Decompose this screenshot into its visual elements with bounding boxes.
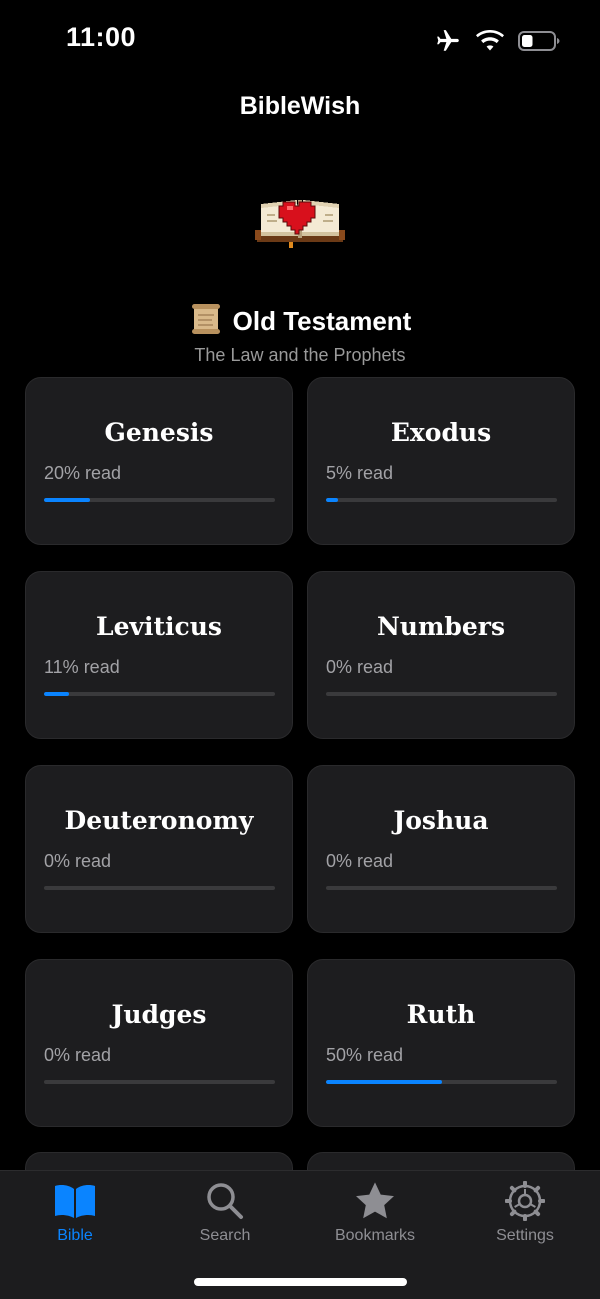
- book-progress-bar: [44, 886, 275, 890]
- tab-settings[interactable]: Settings: [450, 1181, 600, 1245]
- book-icon: [0, 1181, 150, 1221]
- tab-label: Bible: [57, 1227, 93, 1244]
- book-progress-text: 50% read: [326, 1045, 404, 1065]
- book-card-ruth[interactable]: Ruth 50% read: [307, 959, 575, 1127]
- book-progress-bar: [44, 1080, 275, 1084]
- book-progress-bar: [44, 692, 275, 696]
- star-icon: [300, 1181, 450, 1221]
- book-progress-text: 0% read: [44, 1045, 112, 1065]
- bible-heart-logo-icon: [253, 190, 347, 250]
- tab-search[interactable]: Search: [150, 1181, 300, 1245]
- book-name: Genesis: [104, 418, 214, 447]
- book-name: Judges: [111, 1000, 207, 1029]
- book-name: Deuteronomy: [64, 806, 254, 835]
- book-progress-bar: [326, 692, 557, 696]
- status-icons: [434, 26, 560, 56]
- nav-title: BibleWish: [239, 92, 361, 120]
- status-bar: 11:00: [0, 0, 600, 80]
- home-indicator[interactable]: [194, 1278, 407, 1286]
- tab-label: Settings: [496, 1227, 554, 1244]
- book-name: Leviticus: [95, 612, 223, 641]
- section-title-row: Old Testament: [189, 302, 412, 341]
- section-header: Old Testament The Law and the Prophets: [0, 302, 600, 366]
- book-grid: Genesis 20% read Exodus 5% read Leviticu…: [25, 377, 575, 1127]
- book-progress-text: 0% read: [326, 657, 394, 677]
- book-progress-text: 11% read: [44, 657, 120, 677]
- book-name: Ruth: [406, 1000, 476, 1029]
- status-time: 11:00: [66, 22, 137, 52]
- tab-label: Search: [199, 1227, 251, 1244]
- tab-label: Bookmarks: [334, 1227, 416, 1244]
- section-subtitle: The Law and the Prophets: [194, 344, 406, 365]
- book-progress-text: 0% read: [44, 851, 112, 871]
- section-title: Old Testament: [232, 305, 412, 336]
- book-progress-bar: [326, 886, 557, 890]
- book-progress-bar: [326, 1080, 557, 1084]
- book-card-deuteronomy[interactable]: Deuteronomy 0% read: [25, 765, 293, 933]
- book-progress-text: 5% read: [326, 463, 394, 483]
- book-card-genesis[interactable]: Genesis 20% read: [25, 377, 293, 545]
- scroll-icon: [189, 302, 223, 341]
- book-progress-fill: [44, 498, 91, 502]
- book-card-joshua[interactable]: Joshua 0% read: [307, 765, 575, 933]
- battery-icon: [518, 30, 560, 52]
- book-card-numbers[interactable]: Numbers 0% read: [307, 571, 575, 739]
- book-progress-text: 0% read: [326, 851, 394, 871]
- book-card-exodus[interactable]: Exodus 5% read: [307, 377, 575, 545]
- book-name: Numbers: [376, 612, 506, 641]
- airplane-mode-icon: [434, 28, 462, 54]
- book-progress-text: 20% read: [44, 463, 122, 483]
- book-progress-fill: [326, 498, 338, 502]
- gear-icon: [450, 1181, 600, 1221]
- wifi-icon: [476, 30, 504, 52]
- book-name: Joshua: [393, 806, 489, 835]
- book-card-leviticus[interactable]: Leviticus 11% read: [25, 571, 293, 739]
- book-progress-bar: [326, 498, 557, 502]
- book-progress-fill: [326, 1080, 442, 1084]
- book-name: Exodus: [390, 418, 492, 447]
- book-progress-bar: [44, 498, 275, 502]
- tab-bookmarks[interactable]: Bookmarks: [300, 1181, 450, 1245]
- tab-bible[interactable]: Bible: [0, 1181, 150, 1245]
- book-card-judges[interactable]: Judges 0% read: [25, 959, 293, 1127]
- magnifier-icon: [150, 1181, 300, 1221]
- book-progress-fill: [44, 692, 70, 696]
